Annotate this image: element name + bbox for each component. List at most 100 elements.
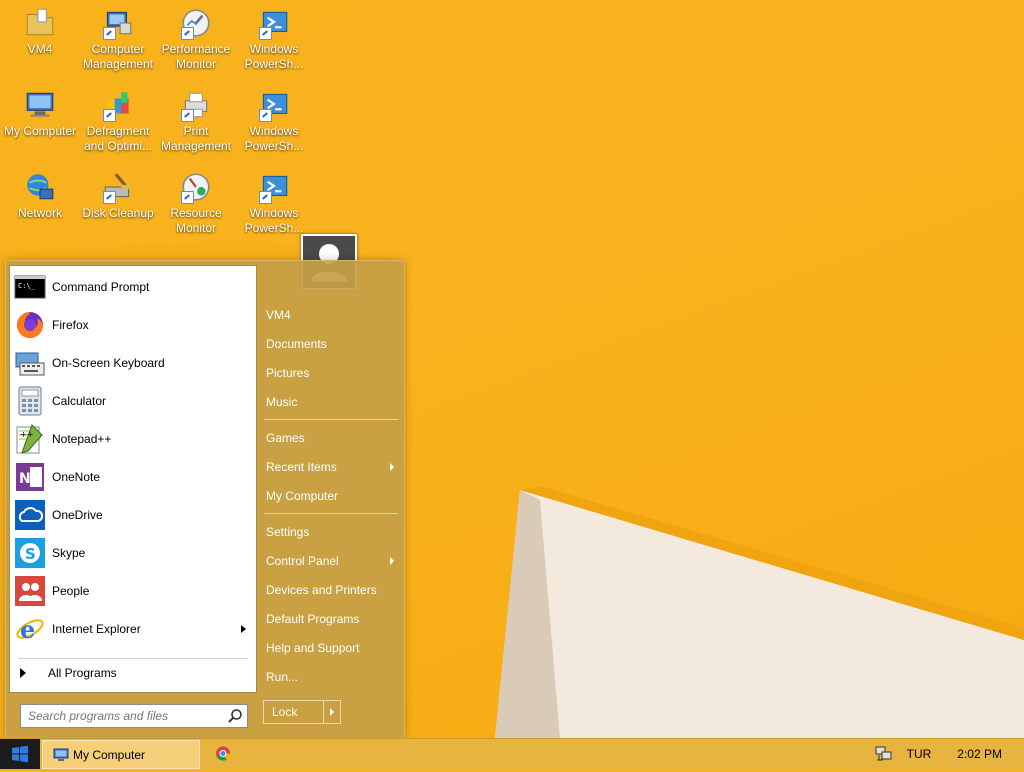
taskbar-button-label: My Computer bbox=[73, 747, 146, 762]
program-icon bbox=[14, 385, 46, 417]
desktop-icon[interactable]: Defragment and Optimi... bbox=[78, 88, 158, 154]
program-icon: S bbox=[14, 537, 46, 569]
program-label: Internet Explorer bbox=[52, 622, 141, 636]
program-item-onenote[interactable]: N OneNote bbox=[14, 460, 252, 494]
program-label: On-Screen Keyboard bbox=[52, 356, 165, 370]
desktop-icon-label: Windows PowerSh... bbox=[244, 42, 304, 71]
desktop-icon[interactable]: VM4 bbox=[0, 6, 80, 57]
shortcut-arrow-icon bbox=[181, 191, 194, 204]
lock-label: Lock bbox=[272, 705, 298, 719]
desktop-icon[interactable]: Disk Cleanup bbox=[78, 170, 158, 221]
search-box[interactable] bbox=[20, 704, 248, 728]
desktop-icon[interactable]: Network bbox=[0, 170, 80, 221]
desktop-icon[interactable]: Windows PowerSh... bbox=[234, 170, 314, 236]
shortcut-arrow-icon bbox=[181, 27, 194, 40]
svg-text:C:\_: C:\_ bbox=[18, 282, 36, 290]
shutdown-options-button[interactable] bbox=[322, 701, 340, 723]
program-label: People bbox=[52, 584, 90, 598]
places-item-music[interactable]: Music bbox=[266, 390, 398, 414]
desktop-icon-image bbox=[257, 6, 291, 40]
desktop-icon-image bbox=[23, 6, 57, 40]
taskbar: My Computer TUR 2:02 PM bbox=[0, 738, 1024, 769]
program-item-onedrive[interactable]: OneDrive bbox=[14, 498, 252, 532]
shortcut-arrow-icon bbox=[259, 109, 272, 122]
notepad-plus-plus-icon: ++ bbox=[16, 424, 43, 454]
program-label: Notepad++ bbox=[52, 432, 112, 446]
program-item-people[interactable]: People bbox=[14, 574, 252, 608]
desktop-icon[interactable]: Windows PowerSh... bbox=[234, 6, 314, 72]
places-item-help-and-support[interactable]: Help and Support bbox=[266, 636, 398, 660]
program-item-command-prompt[interactable]: C:\_ Command Prompt bbox=[14, 270, 252, 304]
program-icon: C:\_ bbox=[14, 271, 46, 303]
search-icon[interactable] bbox=[227, 708, 243, 724]
program-icon bbox=[14, 347, 46, 379]
program-item-internet-explorer[interactable]: e Internet Explorer bbox=[14, 612, 252, 646]
places-item-label: Control Panel bbox=[266, 554, 339, 568]
program-item-skype[interactable]: S Skype bbox=[14, 536, 252, 570]
program-item-notepad[interactable]: ++ Notepad++ bbox=[14, 422, 252, 456]
start-menu-places: VM4 Documents Pictures Music Games Recen… bbox=[260, 261, 402, 739]
program-item-on-screen-keyboard[interactable]: On-Screen Keyboard bbox=[14, 346, 252, 380]
desktop-icon-image bbox=[23, 88, 57, 122]
program-icon: N bbox=[14, 461, 46, 493]
all-programs-button[interactable]: All Programs bbox=[20, 662, 117, 684]
desktop-icon-image bbox=[101, 6, 135, 40]
firefox-icon bbox=[17, 312, 43, 338]
network-status-icon[interactable] bbox=[875, 746, 893, 762]
program-label: Command Prompt bbox=[52, 280, 150, 294]
desktop-icon[interactable]: Print Management bbox=[156, 88, 236, 154]
onenote-icon: N bbox=[16, 463, 44, 491]
clock[interactable]: 2:02 PM bbox=[957, 747, 1002, 761]
program-item-firefox[interactable]: Firefox bbox=[14, 308, 252, 342]
my-computer-icon bbox=[53, 748, 69, 761]
places-item-label: VM4 bbox=[266, 308, 291, 322]
onedrive-icon bbox=[15, 500, 45, 530]
places-item-label: Documents bbox=[266, 337, 327, 351]
places-item-label: Games bbox=[266, 431, 305, 445]
places-item-documents[interactable]: Documents bbox=[266, 332, 398, 356]
taskbar-button-my-computer[interactable]: My Computer bbox=[42, 740, 200, 769]
desktop-icon[interactable]: Performance Monitor bbox=[156, 6, 236, 72]
submenu-arrow-icon bbox=[390, 557, 394, 565]
lock-button[interactable]: Lock bbox=[263, 700, 341, 724]
places-item-label: My Computer bbox=[266, 489, 339, 503]
desktop-icon[interactable]: Resource Monitor bbox=[156, 170, 236, 236]
places-item-default-programs[interactable]: Default Programs bbox=[266, 607, 398, 631]
desktop-icon-label: Defragment and Optimi... bbox=[83, 124, 153, 153]
program-item-calculator[interactable]: Calculator bbox=[14, 384, 252, 418]
people-icon bbox=[15, 576, 45, 606]
shortcut-arrow-icon bbox=[103, 109, 116, 122]
places-item-pictures[interactable]: Pictures bbox=[266, 361, 398, 385]
pinned-programs-list: C:\_ Command Prompt Firefox On-Screen Ke… bbox=[9, 265, 257, 728]
desktop-icon-image bbox=[179, 6, 213, 40]
places-item-recent-items[interactable]: Recent Items bbox=[266, 455, 398, 479]
places-item-run[interactable]: Run... bbox=[266, 665, 398, 689]
places-item-vm4[interactable]: VM4 bbox=[266, 303, 398, 327]
shortcut-arrow-icon bbox=[259, 191, 272, 204]
desktop-icon[interactable]: My Computer bbox=[0, 88, 80, 139]
search-input[interactable] bbox=[26, 705, 226, 727]
start-button[interactable] bbox=[0, 739, 40, 769]
places-item-devices-and-printers[interactable]: Devices and Printers bbox=[266, 578, 398, 602]
desktop-icon-label: Print Management bbox=[160, 124, 232, 153]
desktop-icon-label: My Computer bbox=[3, 124, 77, 138]
desktop-icon[interactable]: Windows PowerSh... bbox=[234, 88, 314, 154]
system-tray: TUR 2:02 PM bbox=[875, 739, 1024, 769]
desktop-icon[interactable]: Computer Management bbox=[78, 6, 158, 72]
places-item-games[interactable]: Games bbox=[266, 426, 398, 450]
desktop-icon-label: Network bbox=[17, 206, 62, 220]
desktop-icon-label: Windows PowerSh... bbox=[244, 124, 304, 153]
submenu-arrow-icon bbox=[241, 625, 246, 633]
desktop-icon-label: Windows PowerSh... bbox=[244, 206, 304, 235]
skype-icon: S bbox=[15, 538, 45, 568]
taskbar-button-chrome[interactable] bbox=[208, 740, 238, 767]
windows-logo-icon bbox=[12, 745, 28, 763]
input-language[interactable]: TUR bbox=[907, 747, 932, 761]
places-item-control-panel[interactable]: Control Panel bbox=[266, 549, 398, 573]
desktop-icon-label: Resource Monitor bbox=[170, 206, 222, 235]
program-icon bbox=[14, 499, 46, 531]
places-item-my-computer[interactable]: My Computer bbox=[266, 484, 398, 508]
program-label: OneNote bbox=[52, 470, 101, 484]
desktop-icon-label: Performance Monitor bbox=[161, 42, 231, 71]
places-item-settings[interactable]: Settings bbox=[266, 520, 398, 544]
